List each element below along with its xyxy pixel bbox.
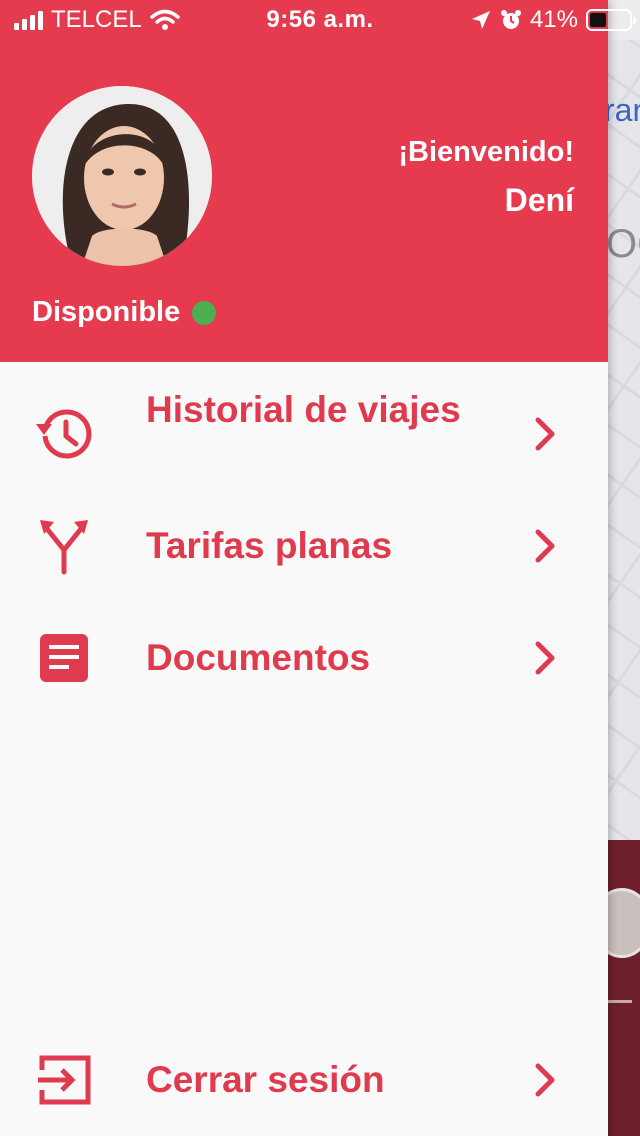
menu-item-label: Documentos — [146, 637, 371, 678]
chevron-right-icon — [535, 529, 555, 563]
background-title-text: OC — [606, 222, 640, 266]
chevron-right-icon — [535, 1063, 555, 1097]
location-arrow-icon — [471, 11, 490, 29]
logout-icon — [34, 1050, 94, 1110]
menu-item-tarifas[interactable]: Tarifas planas — [0, 516, 608, 576]
chevron-right-icon — [535, 417, 555, 451]
battery-percent: 41% — [529, 6, 578, 33]
background-link-text: ran — [604, 92, 640, 128]
status-bar: TELCEL 9:56 a.m. 41% — [0, 0, 640, 40]
alarm-icon — [500, 10, 521, 29]
menu-item-documentos[interactable]: Documentos — [0, 628, 608, 688]
chevron-right-icon — [535, 641, 555, 675]
availability-label: Disponible — [32, 296, 181, 328]
menu-item-label: Tarifas planas — [146, 525, 393, 566]
document-icon — [34, 628, 94, 688]
avatar[interactable] — [32, 86, 212, 266]
availability-status[interactable]: Disponible — [32, 296, 217, 329]
menu-item-historial[interactable]: Historial de viajes — [0, 386, 608, 482]
system-indicators: 41% — [470, 6, 636, 34]
avatar-portrait — [32, 86, 212, 266]
drawer-header: ¡Bienvenido! Dení Disponible — [0, 0, 608, 362]
user-name: Dení — [504, 182, 574, 218]
menu-item-label: Historial de viajes — [146, 389, 461, 430]
navigation-drawer: ¡Bienvenido! Dení Disponible Historial d… — [0, 0, 608, 1136]
history-icon — [34, 404, 94, 464]
availability-dot-icon — [192, 300, 217, 325]
logout-label: Cerrar sesión — [146, 1059, 385, 1100]
battery-icon — [586, 9, 636, 31]
logout-button[interactable]: Cerrar sesión — [0, 1050, 608, 1110]
split-arrows-icon — [34, 516, 94, 576]
welcome-text: ¡Bienvenido! — [398, 136, 574, 168]
